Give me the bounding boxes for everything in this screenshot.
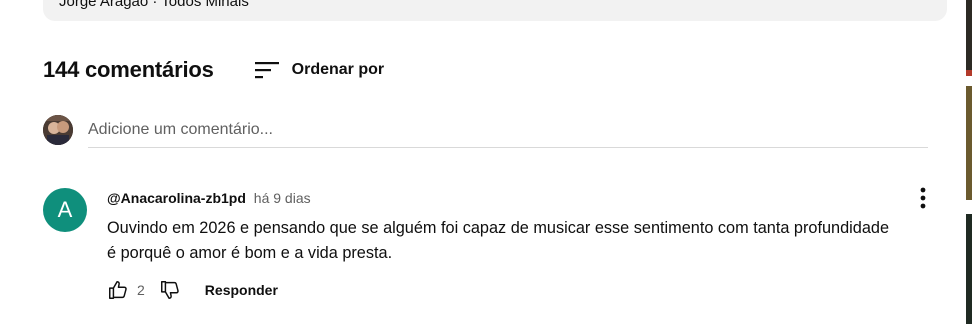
comments-count: 144 comentários (43, 57, 214, 82)
comment-actions: 2 Responder (107, 278, 278, 302)
avatar[interactable] (43, 115, 73, 145)
reply-button[interactable]: Responder (205, 282, 278, 298)
dislike-icon[interactable] (159, 279, 181, 301)
comment-text: Ouvindo em 2026 e pensando que se alguém… (107, 219, 889, 262)
comment-avatar[interactable]: A (43, 188, 87, 232)
like-count: 2 (137, 282, 145, 298)
comment-thread: A @Anacarolina-zb1pd há 9 dias Ouvindo e… (43, 186, 948, 308)
sort-button[interactable]: Ordenar por (254, 58, 384, 82)
comments-header: 144 comentários Ordenar por (43, 52, 384, 88)
description-box[interactable]: Jorge Aragão · Todos Minais (43, 0, 947, 21)
kebab-menu-icon (920, 187, 926, 209)
like-icon[interactable] (107, 279, 129, 301)
recommendation-thumbnail-edge[interactable] (966, 0, 972, 324)
thumbnail-edge-icon (966, 0, 972, 324)
description-text: Jorge Aragão · Todos Minais (59, 0, 249, 10)
more-options-button[interactable] (913, 186, 933, 212)
user-photo-icon (43, 115, 73, 145)
comment-time[interactable]: há 9 dias (254, 190, 311, 206)
sort-label: Ordenar por (291, 61, 385, 78)
comment-author[interactable]: @Anacarolina-zb1pd (107, 190, 246, 206)
add-comment-row: Adicione um comentário... (43, 115, 928, 149)
comment-header: @Anacarolina-zb1pd há 9 dias (107, 190, 311, 206)
add-comment-input[interactable]: Adicione um comentário... (88, 115, 928, 148)
sort-icon (254, 62, 279, 79)
